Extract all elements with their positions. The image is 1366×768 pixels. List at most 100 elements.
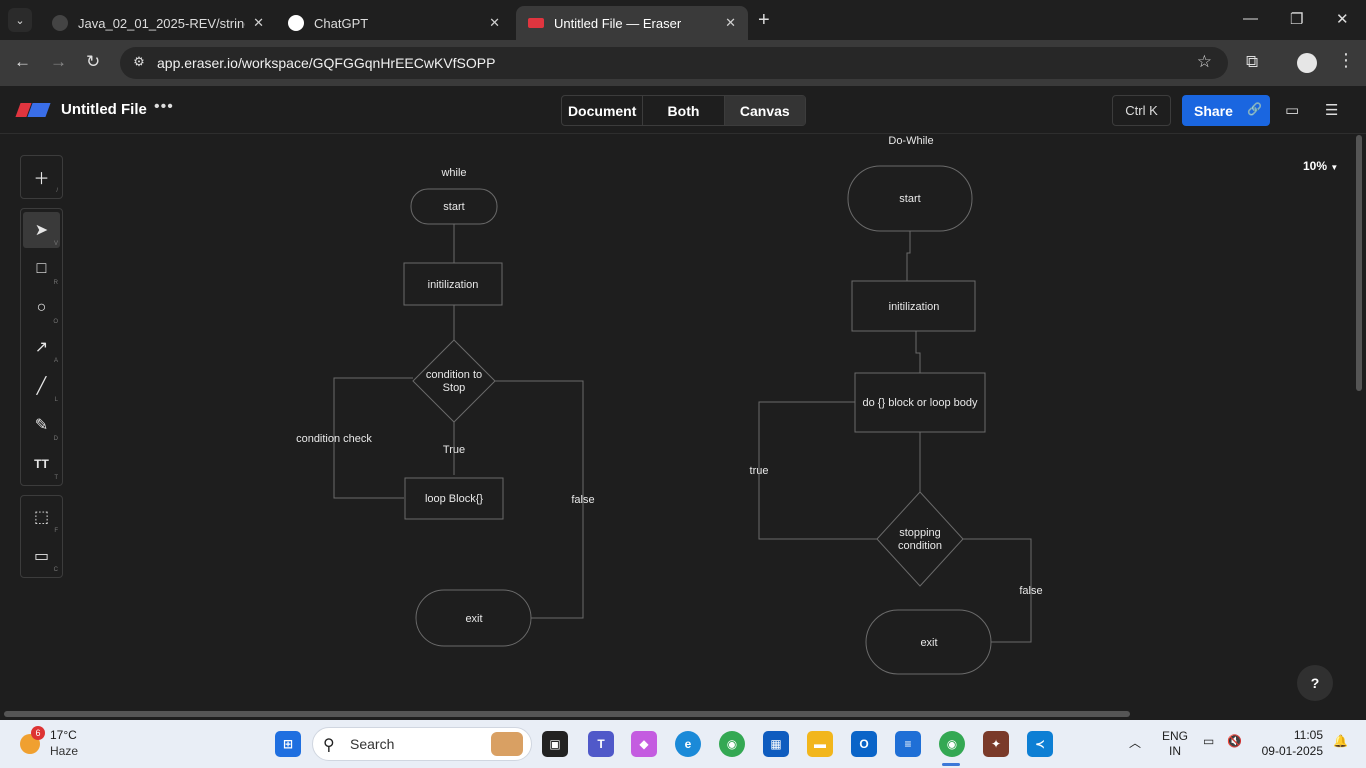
extra-toolbox: ⬚ F ▭ C: [20, 495, 63, 578]
while-true-label: True: [443, 444, 465, 456]
link-icon[interactable]: 🔗: [1247, 102, 1262, 116]
pen-tool[interactable]: ✎ D: [23, 407, 60, 443]
chrome-icon[interactable]: ◉: [719, 731, 745, 757]
browser-menu-icon[interactable]: ⋮: [1337, 50, 1355, 71]
plus-icon: ＋: [33, 171, 50, 188]
share-button[interactable]: Share 🔗: [1182, 95, 1270, 126]
extensions-icon[interactable]: ⧉: [1246, 52, 1258, 72]
while-start-label: start: [443, 201, 464, 213]
view-document-button[interactable]: Document: [562, 96, 644, 125]
frame-tool[interactable]: ⬚ F: [23, 499, 60, 535]
bookmark-star-icon[interactable]: ☆: [1197, 52, 1212, 72]
edge-icon[interactable]: e: [675, 731, 701, 757]
canvas[interactable]: while start initilization condition to S…: [0, 135, 1366, 718]
dowhile-init-label: initilization: [889, 301, 940, 313]
while-init-label: initilization: [428, 279, 479, 291]
url-field[interactable]: ⚙ app.eraser.io/workspace/GQFGGqnHrEECwK…: [120, 47, 1228, 79]
forward-button[interactable]: →: [50, 52, 67, 72]
view-canvas-button[interactable]: Canvas: [724, 96, 805, 125]
pen-icon: ✎: [34, 417, 49, 434]
back-button[interactable]: ←: [14, 52, 31, 72]
store-icon[interactable]: ▦: [763, 731, 789, 757]
notification-badge: 6: [31, 726, 45, 740]
help-button[interactable]: ?: [1297, 665, 1333, 701]
close-icon[interactable]: ✕: [725, 15, 736, 31]
tab-eraser[interactable]: Untitled File — Eraser ✕: [516, 6, 748, 40]
close-icon[interactable]: ✕: [489, 15, 500, 31]
dowhile-title: Do-While: [888, 135, 933, 147]
minimize-button[interactable]: —: [1243, 10, 1258, 27]
while-loop-label: loop Block{}: [425, 493, 483, 505]
file-explorer-icon[interactable]: ▬: [807, 731, 833, 757]
chrome-profile-icon[interactable]: ◉: [939, 731, 965, 757]
while-false-label: false: [571, 494, 594, 506]
line-tool[interactable]: ╱ L: [23, 368, 60, 404]
weather-temperature[interactable]: 17°C: [50, 728, 77, 742]
add-button[interactable]: ＋ /: [23, 159, 60, 195]
while-title: while: [440, 167, 466, 179]
volume-muted-icon[interactable]: 🔇: [1227, 734, 1242, 748]
github-icon: [52, 15, 68, 31]
eraser-logo[interactable]: [15, 103, 51, 117]
notifications-icon[interactable]: 🔔: [1333, 734, 1348, 748]
restore-button[interactable]: ❐: [1290, 10, 1303, 28]
tray-overflow-icon[interactable]: ︿: [1129, 734, 1141, 751]
search-highlight-icon: [491, 732, 523, 756]
file-name[interactable]: Untitled File: [61, 101, 147, 118]
while-condition-label-2: Stop: [443, 382, 466, 394]
while-condition-node: [412, 339, 496, 423]
file-menu-icon[interactable]: •••: [154, 98, 174, 116]
network-icon[interactable]: ▭: [1203, 734, 1214, 748]
rectangle-tool[interactable]: □ R: [23, 251, 60, 287]
new-tab-button[interactable]: +: [758, 9, 770, 32]
frame-icon: ⬚: [33, 509, 50, 526]
zoom-level[interactable]: 10% ▼: [1303, 159, 1338, 173]
copilot-icon[interactable]: ◆: [631, 731, 657, 757]
taskbar-search[interactable]: ⚲ Search: [312, 727, 532, 761]
cursor-icon: ➤: [34, 222, 49, 239]
comment-tool[interactable]: ▭ C: [23, 538, 60, 574]
horizontal-scrollbar[interactable]: [4, 711, 1130, 717]
weather-condition[interactable]: Haze: [50, 744, 78, 758]
tab-github[interactable]: Java_02_01_2025-REV/strings_ja ✕: [40, 6, 276, 40]
vscode-icon[interactable]: ≺: [1027, 731, 1053, 757]
reload-button[interactable]: ↻: [86, 52, 100, 72]
ellipse-tool[interactable]: ○ O: [23, 290, 60, 326]
tab-chatgpt[interactable]: ChatGPT ✕: [276, 6, 512, 40]
outlook-icon[interactable]: O: [851, 731, 877, 757]
game-app-icon[interactable]: ✦: [983, 731, 1009, 757]
arrow-tool[interactable]: ↗ A: [23, 329, 60, 365]
address-bar: ← → ↻ ⚙ app.eraser.io/workspace/GQFGGqnH…: [0, 40, 1366, 86]
clock[interactable]: 11:05 09-01-2025: [1261, 728, 1323, 758]
chevron-down-icon: ▼: [1330, 163, 1339, 172]
close-icon[interactable]: ✕: [253, 15, 264, 31]
taskbar: 6 17°C Haze ⊞ ⚲ Search ▣ T ◆ e ◉ ▦ ▬ O ≡…: [0, 720, 1366, 768]
view-both-button[interactable]: Both: [643, 96, 725, 125]
circle-icon: ○: [36, 299, 47, 316]
command-palette-button[interactable]: Ctrl K: [1112, 95, 1171, 126]
line-icon: ╱: [36, 378, 47, 395]
vertical-scrollbar[interactable]: [1356, 135, 1362, 391]
add-toolbox: ＋ /: [20, 155, 63, 199]
language-indicator[interactable]: ENG IN: [1162, 729, 1188, 759]
select-tool[interactable]: ➤ V: [23, 212, 60, 248]
task-view-icon[interactable]: ▣: [542, 731, 568, 757]
outline-icon[interactable]: ☰: [1325, 101, 1338, 119]
dowhile-true-label: true: [750, 465, 769, 477]
notepad-icon[interactable]: ≡: [895, 731, 921, 757]
profile-avatar[interactable]: [1297, 53, 1317, 73]
dowhile-condition-label-2: condition: [898, 540, 942, 552]
close-window-button[interactable]: ✕: [1336, 10, 1349, 28]
comments-icon[interactable]: ▭: [1285, 101, 1299, 119]
text-tool[interactable]: TT T: [23, 446, 60, 482]
view-mode-toggle: Document Both Canvas: [561, 95, 806, 126]
while-condition-label: condition to: [426, 369, 482, 381]
tab-search-icon[interactable]: ⌄: [8, 8, 32, 32]
while-exit-label: exit: [465, 613, 482, 625]
site-info-icon[interactable]: ⚙: [130, 54, 148, 72]
teams-icon[interactable]: T: [588, 731, 614, 757]
dowhile-exit-label: exit: [920, 637, 937, 649]
flowchart-diagram: while start initilization condition to S…: [296, 135, 1043, 675]
browser-tab-bar: ⌄ Java_02_01_2025-REV/strings_ja ✕ ChatG…: [0, 0, 1366, 40]
windows-start-icon[interactable]: ⊞: [275, 731, 301, 757]
